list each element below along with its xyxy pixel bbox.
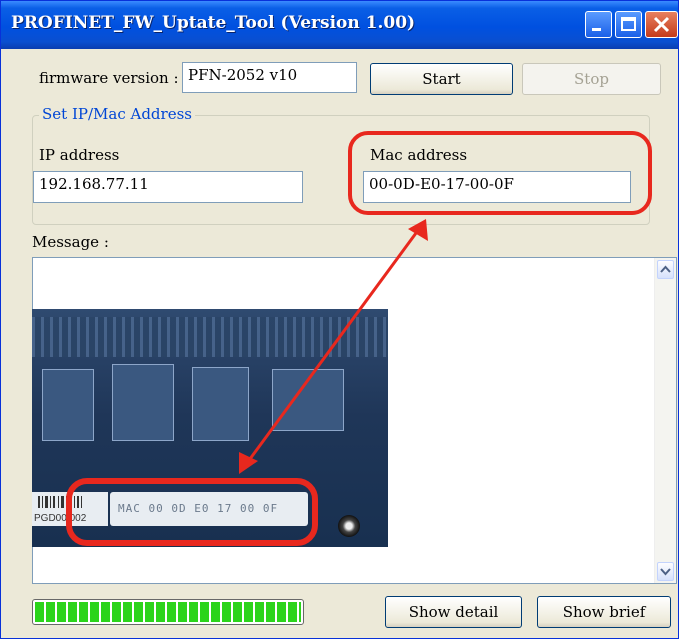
photo-component [112, 364, 174, 441]
maximize-icon [621, 17, 636, 31]
show-detail-button[interactable]: Show detail [385, 596, 522, 628]
title-bar[interactable]: PROFINET_FW_Uptate_Tool (Version 1.00) [1, 1, 678, 49]
barcode-text: PGD00 002 [34, 513, 87, 524]
close-button[interactable] [645, 11, 678, 38]
scroll-down-button[interactable] [657, 562, 674, 581]
photo-screw [338, 515, 360, 537]
close-icon [653, 16, 670, 33]
firmware-version-field[interactable]: PFN-2052 v10 [182, 62, 357, 93]
ip-mac-groupbox [32, 115, 650, 225]
photo-vent [32, 317, 388, 357]
scroll-up-icon [660, 265, 671, 273]
progress-fill [35, 602, 301, 622]
ip-address-field[interactable]: 192.168.77.11 [33, 171, 303, 203]
minimize-button[interactable] [585, 11, 612, 38]
window-title: PROFINET_FW_Uptate_Tool (Version 1.00) [11, 13, 416, 33]
photo-component [192, 367, 249, 441]
device-photo: PGD00 002 MAC 00 0D E0 17 00 0F [32, 309, 388, 547]
mac-address-label: Mac address [370, 146, 468, 164]
photo-barcode-label: PGD00 002 [32, 492, 108, 526]
maximize-button[interactable] [615, 11, 642, 38]
photo-component [272, 369, 344, 431]
stop-button[interactable]: Stop [522, 63, 661, 95]
photo-component [42, 369, 94, 441]
minimize-icon [592, 28, 601, 31]
mac-address-field[interactable]: 00-0D-E0-17-00-0F [363, 171, 631, 203]
photo-mac-label: MAC 00 0D E0 17 00 0F [110, 492, 308, 526]
show-brief-button[interactable]: Show brief [537, 596, 671, 628]
scroll-up-button[interactable] [657, 260, 674, 279]
firmware-version-label: firmware version : [39, 69, 179, 87]
start-button[interactable]: Start [370, 63, 513, 95]
main-window: PROFINET_FW_Uptate_Tool (Version 1.00) f… [0, 0, 679, 639]
ip-address-label: IP address [39, 146, 120, 164]
scroll-down-icon [660, 568, 671, 576]
message-scrollbar[interactable] [654, 258, 676, 583]
ip-mac-group-legend: Set IP/Mac Address [39, 105, 195, 123]
progress-bar [32, 599, 304, 625]
barcode-icon: PGD00 002 [34, 496, 87, 524]
message-label: Message : [32, 233, 109, 251]
